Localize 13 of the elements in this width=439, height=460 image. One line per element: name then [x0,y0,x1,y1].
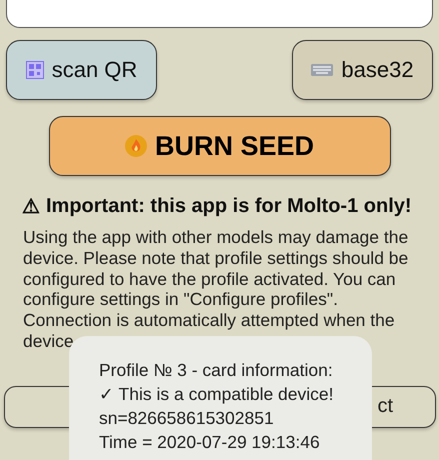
warning-icon: ⚠ [22,194,40,219]
toast-line: ✓ This is a compatible device! [99,383,335,406]
notice-paragraph: Using the app with other models may damage the device. Please note that profile settings should be configured to have the profile activated. You can configure settings in "Configure profiles". Connection is automatically attempted when the device [23,227,410,352]
keyboard-icon [311,64,334,76]
base32-button[interactable]: base32 [292,40,433,100]
toast-line: Profile № 3 - card information: [99,359,334,382]
burn-seed-button[interactable]: BURN SEED [48,116,390,176]
toast-line: sn=826658615302851 [99,407,275,430]
toast-line: Time = 2020-07-29 19:13:46 [99,431,321,454]
qr-code-icon [26,61,44,79]
warning-heading: Important: this app is for Molto-1 only! [46,195,412,218]
scan-qr-button[interactable]: scan QR [6,40,157,100]
fire-icon [124,135,147,157]
